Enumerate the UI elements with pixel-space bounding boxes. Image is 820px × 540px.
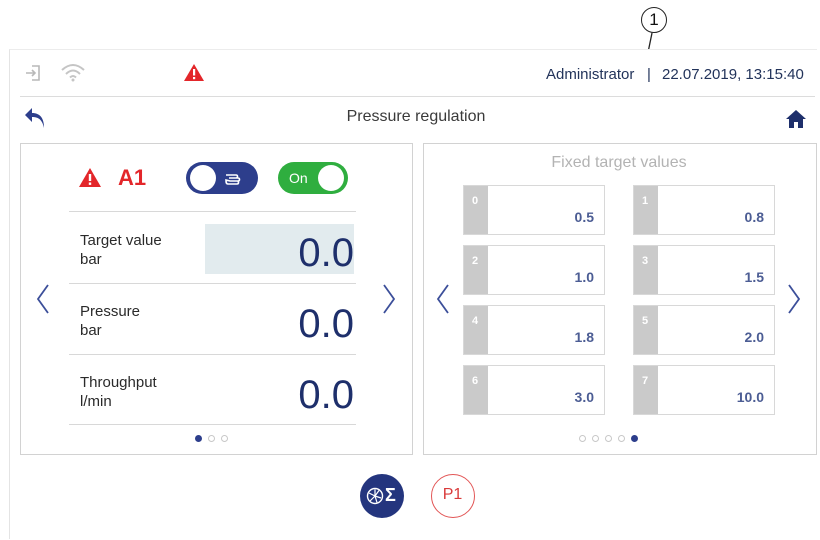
chevron-right-icon[interactable] <box>377 281 399 317</box>
pump-sum-icon <box>366 487 384 505</box>
target-slot[interactable]: 5 2.0 <box>633 305 775 355</box>
status-separator: | <box>647 66 651 83</box>
preset-p1-button[interactable]: P1 <box>431 474 475 518</box>
warning-triangle-icon[interactable] <box>78 167 102 188</box>
slot-value: 1.0 <box>574 269 594 285</box>
login-icon[interactable] <box>24 63 44 83</box>
status-divider <box>20 96 815 97</box>
toggle-knob <box>190 165 216 191</box>
slot-index: 5 <box>634 306 658 354</box>
left-page-indicator <box>195 435 228 442</box>
throughput-label: Throughput l/min <box>80 374 157 410</box>
chevron-right-icon[interactable] <box>782 281 804 317</box>
page-dot[interactable] <box>631 435 638 442</box>
slot-index: 0 <box>464 186 488 234</box>
page-dot[interactable] <box>195 435 202 442</box>
slot-index: 1 <box>634 186 658 234</box>
target-value-label: Target value bar <box>80 232 162 268</box>
wifi-icon <box>61 64 85 82</box>
manual-hand-icon <box>225 174 241 185</box>
slot-value: 10.0 <box>736 389 764 405</box>
slot-value: 1.8 <box>574 329 594 345</box>
slot-value: 1.5 <box>744 269 764 285</box>
chevron-left-icon[interactable] <box>433 281 455 317</box>
slot-value: 0.8 <box>744 209 764 225</box>
power-toggle-label: On <box>289 170 308 186</box>
slot-value: 3.0 <box>574 389 594 405</box>
page-dot[interactable] <box>605 435 612 442</box>
date-time: 22.07.2019, 13:15:40 <box>662 66 804 83</box>
throughput-value: 0.0 <box>298 373 354 417</box>
fixed-targets-title: Fixed target values <box>551 154 687 171</box>
home-icon[interactable] <box>785 108 807 130</box>
target-slot[interactable]: 6 3.0 <box>463 365 605 415</box>
page-dot[interactable] <box>592 435 599 442</box>
page-dot[interactable] <box>221 435 228 442</box>
row-divider <box>69 211 356 212</box>
row-divider <box>69 283 356 284</box>
power-toggle[interactable]: On <box>278 162 348 194</box>
row-divider <box>69 354 356 355</box>
target-slot[interactable]: 4 1.8 <box>463 305 605 355</box>
sum-symbol: Σ <box>385 485 396 505</box>
pressure-value: 0.0 <box>298 302 354 346</box>
slot-value: 0.5 <box>574 209 594 225</box>
channel-label: A1 <box>118 165 147 190</box>
pressure-label: Pressure bar <box>80 303 141 339</box>
toggle-knob <box>318 165 344 191</box>
slot-index: 6 <box>464 366 488 414</box>
row-divider <box>69 424 356 425</box>
page-title: Pressure regulation <box>346 108 486 125</box>
target-slot[interactable]: 7 10.0 <box>633 365 775 415</box>
target-slot[interactable]: 0 0.5 <box>463 185 605 235</box>
target-slot[interactable]: 3 1.5 <box>633 245 775 295</box>
page-dot[interactable] <box>579 435 586 442</box>
slot-index: 4 <box>464 306 488 354</box>
back-arrow-icon[interactable] <box>23 106 47 130</box>
target-slot[interactable]: 2 1.0 <box>463 245 605 295</box>
slot-index: 3 <box>634 246 658 294</box>
warning-triangle-icon[interactable] <box>183 63 205 82</box>
chevron-left-icon[interactable] <box>33 281 55 317</box>
slot-index: 2 <box>464 246 488 294</box>
slot-value: 2.0 <box>744 329 764 345</box>
right-page-indicator <box>579 435 638 442</box>
target-value-value: 0.0 <box>298 231 354 275</box>
target-slot[interactable]: 1 0.8 <box>633 185 775 235</box>
page-dot[interactable] <box>618 435 625 442</box>
pump-sum-button[interactable]: Σ <box>360 474 404 518</box>
slot-index: 7 <box>634 366 658 414</box>
user-name[interactable]: Administrator <box>546 66 634 83</box>
preset-label: P1 <box>442 486 463 503</box>
manual-mode-toggle[interactable] <box>186 162 258 194</box>
page-dot[interactable] <box>208 435 215 442</box>
